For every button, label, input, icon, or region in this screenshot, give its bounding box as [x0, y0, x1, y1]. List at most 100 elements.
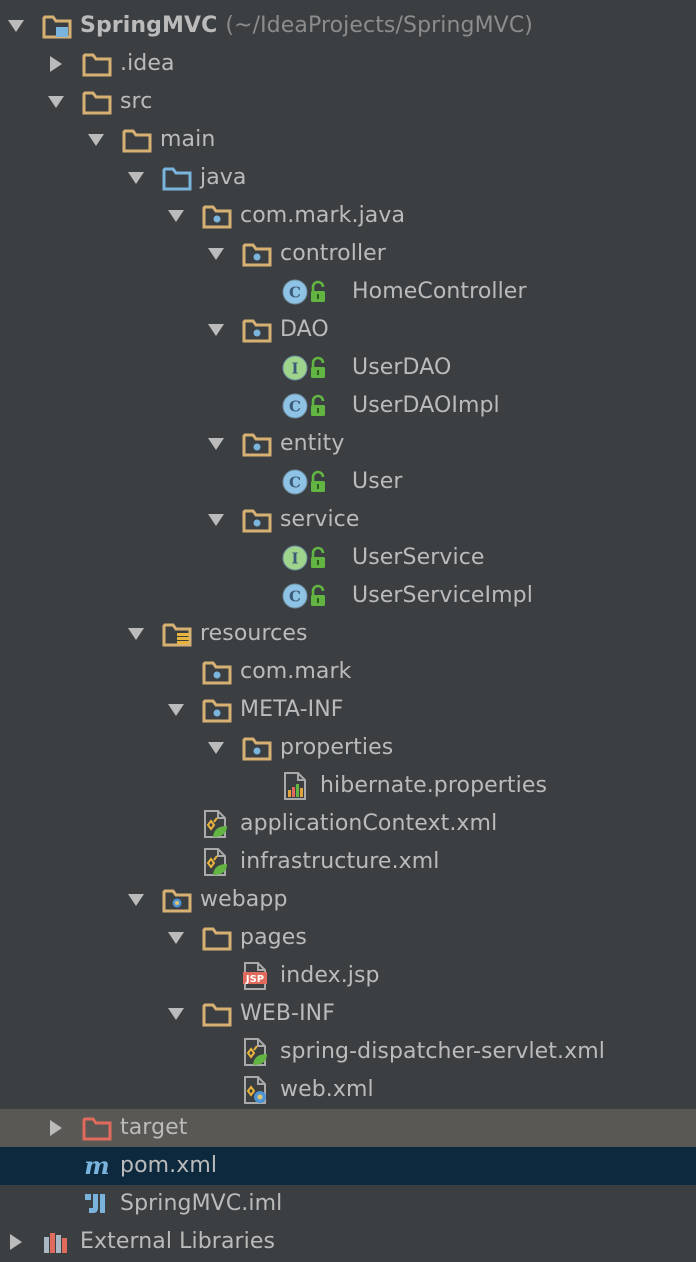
tree-row-pages[interactable]: pages: [0, 919, 696, 957]
no-arrow: [202, 1033, 230, 1071]
no-arrow: [242, 767, 270, 805]
no-arrow: [242, 273, 270, 311]
package-icon: [242, 729, 272, 767]
expand-arrow-icon[interactable]: [202, 729, 230, 767]
expand-arrow-icon[interactable]: [202, 311, 230, 349]
no-arrow: [42, 1185, 70, 1223]
tree-row-spring-dispatcher-servlet-xml[interactable]: spring-dispatcher-servlet.xml: [0, 1033, 696, 1071]
tree-label: .idea: [120, 51, 175, 76]
tree-row-dao[interactable]: DAO: [0, 311, 696, 349]
no-arrow: [162, 843, 190, 881]
package-icon: [242, 425, 272, 463]
expand-arrow-icon[interactable]: [162, 995, 190, 1033]
interface-icon: I: [282, 539, 328, 577]
tree-row-hibernate-properties[interactable]: hibernate.properties: [0, 767, 696, 805]
expand-arrow-icon[interactable]: [122, 881, 150, 919]
package-icon: [202, 653, 232, 691]
tree-row-java[interactable]: java: [0, 159, 696, 197]
tree-row-entity[interactable]: entity: [0, 425, 696, 463]
tree-label: DAO: [280, 317, 329, 342]
tree-label: resources: [200, 621, 308, 646]
package-icon: [242, 311, 272, 349]
tree-row-src[interactable]: src: [0, 83, 696, 121]
web-folder-icon: [162, 881, 192, 919]
expand-arrow-icon[interactable]: [42, 83, 70, 121]
tree-label: spring-dispatcher-servlet.xml: [280, 1039, 605, 1064]
tree-row-springmvc[interactable]: SpringMVC (~/IdeaProjects/SpringMVC): [0, 7, 696, 45]
tree-row-com-mark[interactable]: com.mark: [0, 653, 696, 691]
expand-arrow-icon[interactable]: [202, 501, 230, 539]
collapse-arrow-icon[interactable]: [42, 45, 70, 83]
expand-arrow-icon[interactable]: [82, 121, 110, 159]
tree-label: applicationContext.xml: [240, 811, 498, 836]
expand-arrow-icon[interactable]: [162, 919, 190, 957]
module-folder-icon: [42, 7, 72, 45]
tree-label: entity: [280, 431, 345, 456]
tree-row-main[interactable]: main: [0, 121, 696, 159]
spring-xml-icon: [242, 1033, 268, 1071]
expand-arrow-icon[interactable]: [162, 691, 190, 729]
iml-file-icon: [82, 1185, 108, 1223]
spring-xml-icon: [202, 843, 228, 881]
tree-row-infrastructure-xml[interactable]: infrastructure.xml: [0, 843, 696, 881]
svg-text:I: I: [291, 360, 298, 378]
folder-icon: [82, 83, 112, 121]
tree-row-userserviceimpl[interactable]: C UserServiceImpl: [0, 577, 696, 615]
tree-row-homecontroller[interactable]: C HomeController: [0, 273, 696, 311]
tree-row-properties[interactable]: properties: [0, 729, 696, 767]
no-arrow: [242, 577, 270, 615]
tree-label: target: [120, 1115, 188, 1140]
expand-arrow-icon[interactable]: [122, 615, 150, 653]
libraries-icon: [42, 1223, 72, 1261]
tree-row-service[interactable]: service: [0, 501, 696, 539]
collapse-arrow-icon[interactable]: [2, 1223, 30, 1261]
source-folder-icon: [162, 159, 192, 197]
collapse-arrow-icon[interactable]: [42, 1109, 70, 1147]
svg-text:C: C: [289, 284, 301, 302]
tree-row-applicationcontext-xml[interactable]: applicationContext.xml: [0, 805, 696, 843]
expand-arrow-icon[interactable]: [2, 7, 30, 45]
tree-row-idea[interactable]: .idea: [0, 45, 696, 83]
no-arrow: [202, 1071, 230, 1109]
expand-arrow-icon[interactable]: [122, 159, 150, 197]
svg-text:JSP: JSP: [245, 974, 264, 985]
expand-arrow-icon[interactable]: [162, 197, 190, 235]
maven-icon: m: [82, 1147, 112, 1185]
tree-row-webapp[interactable]: webapp: [0, 881, 696, 919]
no-arrow: [242, 349, 270, 387]
tree-label: HomeController: [352, 279, 527, 304]
package-icon: [202, 691, 232, 729]
tree-label: WEB-INF: [240, 1001, 335, 1026]
tree-row-target[interactable]: target: [0, 1109, 696, 1147]
properties-file-icon: [282, 767, 308, 805]
expand-arrow-icon[interactable]: [202, 425, 230, 463]
tree-label: META-INF: [240, 697, 344, 722]
tree-row-pom-xml[interactable]: m pom.xml: [0, 1147, 696, 1185]
folder-icon: [122, 121, 152, 159]
tree-label: UserDAOImpl: [352, 393, 500, 418]
tree-row-user[interactable]: C User: [0, 463, 696, 501]
expand-arrow-icon[interactable]: [202, 235, 230, 273]
folder-icon: [82, 45, 112, 83]
tree-row-userdao[interactable]: I UserDAO: [0, 349, 696, 387]
tree-row-web-inf[interactable]: WEB-INF: [0, 995, 696, 1033]
no-arrow: [242, 539, 270, 577]
tree-label: src: [120, 89, 153, 114]
class-icon: C: [282, 387, 328, 425]
jsp-file-icon: JSP: [242, 957, 268, 995]
tree-row-userservice[interactable]: I UserService: [0, 539, 696, 577]
svg-text:C: C: [289, 474, 301, 492]
tree-row-web-xml[interactable]: web.xml: [0, 1071, 696, 1109]
tree-row-resources[interactable]: resources: [0, 615, 696, 653]
tree-row-springmvc-iml[interactable]: SpringMVC.iml: [0, 1185, 696, 1223]
tree-row-external-libraries[interactable]: External Libraries: [0, 1223, 696, 1261]
tree-row-controller[interactable]: controller: [0, 235, 696, 273]
svg-text:m: m: [84, 1153, 109, 1179]
tree-row-userdaoimpl[interactable]: C UserDAOImpl: [0, 387, 696, 425]
tree-row-index-jsp[interactable]: JSP index.jsp: [0, 957, 696, 995]
tree-row-meta-inf[interactable]: META-INF: [0, 691, 696, 729]
package-icon: [242, 501, 272, 539]
tree-label: com.mark.java: [240, 203, 406, 228]
tree-row-com-mark-java[interactable]: com.mark.java: [0, 197, 696, 235]
resources-folder-icon: [162, 615, 192, 653]
